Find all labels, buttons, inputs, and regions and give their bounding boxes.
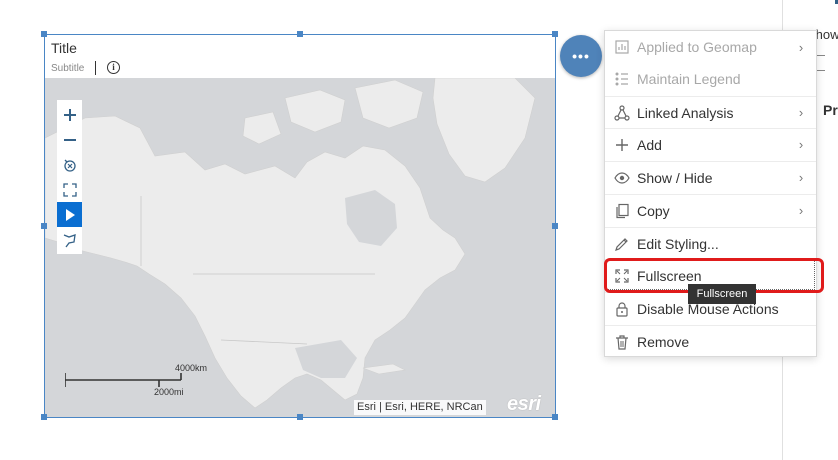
- copy-icon: [613, 202, 631, 220]
- menu-item-label: Maintain Legend: [637, 71, 741, 87]
- menu-item-label: Add: [637, 136, 662, 153]
- menu-item-label: Copy: [637, 202, 670, 219]
- scale-mi-label: 2000mi: [154, 387, 184, 397]
- menu-item-remove[interactable]: Remove: [605, 325, 816, 357]
- menu-item-copy[interactable]: Copy ›: [605, 194, 816, 226]
- resize-handle-s[interactable]: [297, 414, 303, 420]
- zoom-in-icon[interactable]: [57, 102, 82, 127]
- menu-item-label: Edit Styling...: [637, 235, 719, 252]
- chevron-right-icon: ›: [798, 105, 804, 120]
- chevron-right-icon: ›: [798, 170, 804, 185]
- menu-item-label: Remove: [637, 333, 690, 350]
- resize-handle-n[interactable]: [297, 31, 303, 37]
- info-icon[interactable]: i: [107, 61, 120, 74]
- menu-item-label: Linked Analysis: [637, 104, 734, 121]
- full-extent-icon[interactable]: [57, 177, 82, 202]
- resize-handle-e[interactable]: [552, 223, 558, 229]
- menu-item-linked-analysis[interactable]: Linked Analysis ›: [605, 96, 816, 128]
- fullscreen-tooltip: Fullscreen: [688, 284, 756, 304]
- resize-handle-sw[interactable]: [41, 414, 47, 420]
- map-toolbar: [57, 100, 82, 254]
- menu-item-label: Applied to Geomap: [637, 39, 757, 55]
- zoom-out-icon[interactable]: [57, 127, 82, 152]
- menu-item-applied-to-geomap[interactable]: Applied to Geomap ›: [605, 31, 816, 63]
- context-menu: Applied to Geomap › Maintain Legend Link…: [604, 30, 817, 357]
- scale-bar: 4000km 2000mi: [65, 363, 207, 397]
- widget-title[interactable]: Title: [51, 40, 77, 56]
- select-pointer-icon[interactable]: [57, 202, 82, 227]
- app-stage: Show Pr Title Subtitle i 4000km 2000mi E…: [0, 0, 838, 460]
- resize-handle-nw[interactable]: [41, 31, 47, 37]
- reset-extent-icon[interactable]: [57, 152, 82, 177]
- panel-section-label: Pr: [823, 102, 838, 118]
- geomap-widget[interactable]: Title Subtitle i 4000km 2000mi Esri | Es…: [41, 31, 558, 420]
- chevron-right-icon: ›: [798, 39, 804, 55]
- lasso-icon[interactable]: [57, 227, 82, 252]
- menu-item-label: Show / Hide: [637, 169, 713, 186]
- resize-handle-se[interactable]: [552, 414, 558, 420]
- legend-icon: [613, 70, 631, 88]
- more-actions-button[interactable]: •••: [560, 35, 602, 77]
- chevron-right-icon: ›: [798, 137, 804, 152]
- chevron-right-icon: ›: [798, 203, 804, 218]
- eye-icon: [613, 169, 631, 187]
- esri-logo: esri: [507, 393, 541, 415]
- map-attribution[interactable]: Esri | Esri, HERE, NRCan: [354, 400, 486, 415]
- trash-icon: [613, 333, 631, 351]
- menu-item-edit-styling[interactable]: Edit Styling...: [605, 227, 816, 259]
- menu-item-add[interactable]: Add ›: [605, 128, 816, 160]
- resize-handle-ne[interactable]: [552, 31, 558, 37]
- add-icon: [613, 136, 631, 154]
- linked-analysis-icon: [613, 104, 631, 122]
- applied-to-geomap-icon: [613, 38, 631, 56]
- title-separator: [95, 61, 96, 75]
- widget-subtitle[interactable]: Subtitle: [51, 63, 84, 74]
- map-canvas[interactable]: 4000km 2000mi Esri | Esri, HERE, NRCan e…: [45, 78, 555, 417]
- lock-icon: [613, 300, 631, 318]
- scale-km-label: 4000km: [175, 363, 208, 373]
- menu-item-maintain-legend[interactable]: Maintain Legend: [605, 63, 816, 95]
- resize-handle-w[interactable]: [41, 223, 47, 229]
- edit-styling-icon: [613, 235, 631, 253]
- menu-item-show-hide[interactable]: Show / Hide ›: [605, 161, 816, 193]
